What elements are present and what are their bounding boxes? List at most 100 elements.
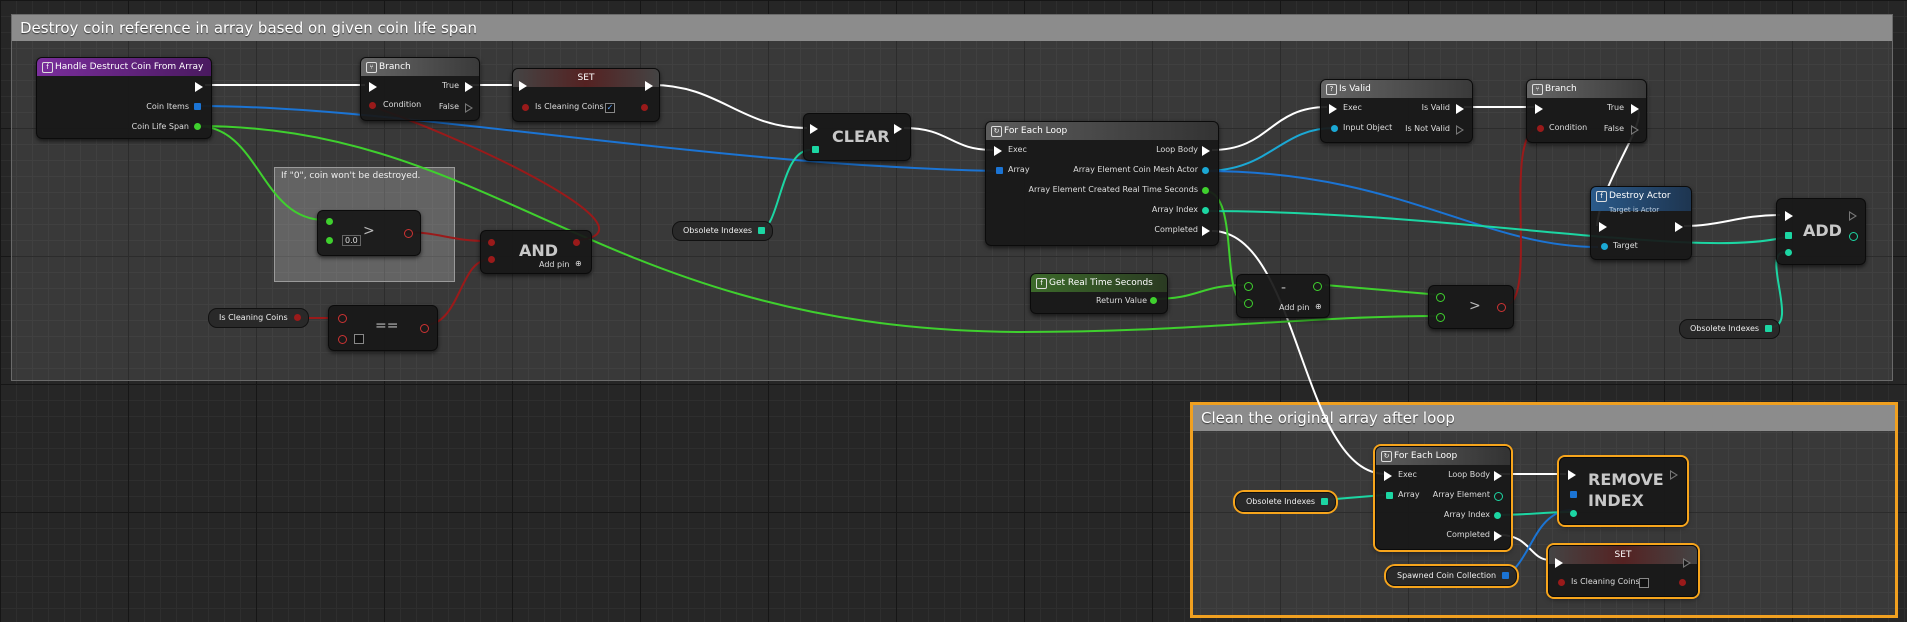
exec-in-pin[interactable] — [519, 81, 527, 91]
bool-out-pin[interactable] — [293, 314, 301, 321]
bool-in-pin[interactable] — [1558, 579, 1565, 586]
checkbox-unchecked-icon[interactable] — [1639, 578, 1649, 588]
float-in-pin[interactable] — [1244, 282, 1253, 291]
int-array-out-pin[interactable] — [1765, 325, 1773, 332]
float-in-pin[interactable] — [326, 237, 333, 244]
array-add-node[interactable]: ADD — [1776, 198, 1866, 265]
variable-get-obsolete-indexes[interactable]: Obsolete Indexes — [1679, 319, 1781, 339]
object-in-pin[interactable] — [1601, 243, 1608, 250]
exec-out-is-valid-pin[interactable] — [1456, 104, 1464, 114]
exec-in-pin[interactable] — [810, 124, 818, 134]
exec-in-pin[interactable] — [1599, 222, 1607, 232]
equal-boolean-node[interactable]: == — [328, 305, 438, 351]
variable-get-is-cleaning-coins[interactable]: Is Cleaning Coins — [208, 308, 309, 328]
variable-get-spawned-coin-collection[interactable]: Spawned Coin Collection — [1386, 566, 1518, 586]
bool-in-pin[interactable] — [1537, 125, 1544, 132]
exec-out-pin[interactable] — [1675, 222, 1683, 232]
is-valid-node[interactable]: ? Is Valid Exec Is Valid Input Object Is … — [1320, 79, 1473, 143]
bool-in-pin[interactable] — [522, 104, 529, 111]
for-each-loop-node[interactable]: ↻ For Each Loop Exec Loop Body Array Arra… — [985, 121, 1219, 246]
object-out-pin[interactable] — [1202, 167, 1209, 174]
float-in-pin[interactable] — [1244, 299, 1253, 308]
float-out-pin[interactable] — [1313, 282, 1322, 291]
object-array-in-pin[interactable] — [1570, 491, 1577, 498]
exec-in-pin[interactable] — [1329, 104, 1337, 114]
subtract-node[interactable]: - Add pin ⊕ — [1236, 274, 1330, 318]
exec-in-pin[interactable] — [1384, 471, 1392, 481]
bool-in-pin[interactable] — [338, 314, 347, 323]
variable-get-obsolete-indexes[interactable]: Obsolete Indexes — [1235, 492, 1337, 512]
for-each-loop-node[interactable]: ↻ For Each Loop Exec Loop Body Array Arra… — [1375, 446, 1511, 550]
add-pin-button[interactable]: Add pin — [539, 260, 569, 269]
exec-out-pin[interactable] — [894, 124, 902, 134]
array-clear-node[interactable]: CLEAR — [803, 113, 911, 161]
int-array-out-pin[interactable] — [758, 227, 766, 234]
object-array-out-pin[interactable] — [194, 103, 201, 110]
float-in-pin[interactable] — [326, 218, 333, 225]
exec-out-false-pin[interactable] — [1631, 125, 1639, 135]
bool-out-pin[interactable] — [404, 229, 413, 238]
event-node-handle-destruct[interactable]: f Handle Destruct Coin From Array Coin It… — [36, 57, 212, 139]
variable-get-obsolete-indexes[interactable]: Obsolete Indexes — [672, 221, 774, 241]
blueprint-graph-canvas[interactable]: Destroy coin reference in array based on… — [0, 0, 1907, 622]
int-array-in-pin[interactable] — [1386, 492, 1393, 499]
exec-out-pin[interactable] — [645, 81, 653, 91]
exec-in-pin[interactable] — [1555, 558, 1563, 568]
bool-out-pin[interactable] — [641, 104, 648, 111]
bool-out-pin[interactable] — [420, 324, 429, 333]
destroy-actor-node[interactable]: f Destroy Actor Target is Actor Target — [1590, 186, 1692, 260]
exec-out-true-pin[interactable] — [1631, 104, 1639, 114]
checkbox-checked-icon[interactable]: ✓ — [605, 103, 615, 113]
int-out-pin[interactable] — [1494, 512, 1501, 519]
array-in-pin[interactable] — [996, 167, 1003, 174]
add-pin-icon[interactable]: ⊕ — [1315, 302, 1322, 311]
float-in-pin[interactable] — [1436, 293, 1445, 302]
branch-node[interactable]: ⑂ Branch True Condition False — [360, 57, 480, 121]
int-array-out-pin[interactable] — [1321, 498, 1329, 505]
set-node-is-cleaning[interactable]: SET Is Cleaning Coins ✓ — [512, 68, 660, 122]
exec-out-loop-body-pin[interactable] — [1202, 146, 1210, 156]
greater-than-node[interactable]: > — [1428, 285, 1514, 329]
greater-than-node[interactable]: 0.0 > — [317, 210, 421, 256]
value-field[interactable]: 0.0 — [342, 235, 361, 246]
float-out-pin[interactable] — [194, 123, 201, 130]
bool-out-pin[interactable] — [1497, 303, 1506, 312]
exec-out-pin[interactable] — [195, 82, 203, 92]
bool-in-pin[interactable] — [338, 335, 347, 344]
exec-out-true-pin[interactable] — [465, 82, 473, 92]
int-out-pin[interactable] — [1849, 232, 1858, 241]
bool-in-pin[interactable] — [488, 239, 495, 246]
int-array-in-pin[interactable] — [812, 146, 819, 153]
int-out-pin[interactable] — [1202, 207, 1209, 214]
get-real-time-seconds-node[interactable]: f Get Real Time Seconds Return Value — [1030, 273, 1168, 314]
exec-out-pin[interactable] — [1670, 470, 1678, 480]
exec-in-pin[interactable] — [369, 82, 377, 92]
exec-out-pin[interactable] — [1683, 558, 1691, 568]
exec-in-pin[interactable] — [994, 146, 1002, 156]
float-out-pin[interactable] — [1150, 297, 1157, 304]
exec-out-false-pin[interactable] — [465, 103, 473, 113]
exec-out-pin[interactable] — [1849, 211, 1857, 221]
int-in-pin[interactable] — [1570, 510, 1577, 517]
and-boolean-node[interactable]: AND Add pin ⊕ — [480, 230, 592, 274]
exec-out-loop-body-pin[interactable] — [1494, 471, 1502, 481]
object-array-out-pin[interactable] — [1502, 572, 1510, 579]
exec-out-not-valid-pin[interactable] — [1456, 125, 1464, 135]
int-array-in-pin[interactable] — [1785, 232, 1792, 239]
exec-in-pin[interactable] — [1785, 211, 1793, 221]
array-remove-index-node[interactable]: REMOVE INDEX — [1559, 457, 1687, 525]
exec-out-completed-pin[interactable] — [1494, 531, 1502, 541]
checkbox-unchecked-icon[interactable] — [354, 334, 364, 344]
int-in-pin[interactable] — [1785, 249, 1792, 256]
add-pin-button[interactable]: Add pin — [1279, 303, 1309, 312]
int-out-pin[interactable] — [1494, 492, 1503, 501]
bool-out-pin[interactable] — [573, 239, 580, 246]
exec-in-pin[interactable] — [1568, 470, 1576, 480]
bool-in-pin[interactable] — [369, 102, 376, 109]
branch-node[interactable]: ⑂ Branch True Condition False — [1526, 79, 1647, 143]
float-in-pin[interactable] — [1436, 313, 1445, 322]
exec-out-completed-pin[interactable] — [1202, 226, 1210, 236]
set-node-is-cleaning[interactable]: SET Is Cleaning Coins — [1548, 545, 1698, 597]
exec-in-pin[interactable] — [1535, 104, 1543, 114]
add-pin-icon[interactable]: ⊕ — [575, 259, 582, 268]
